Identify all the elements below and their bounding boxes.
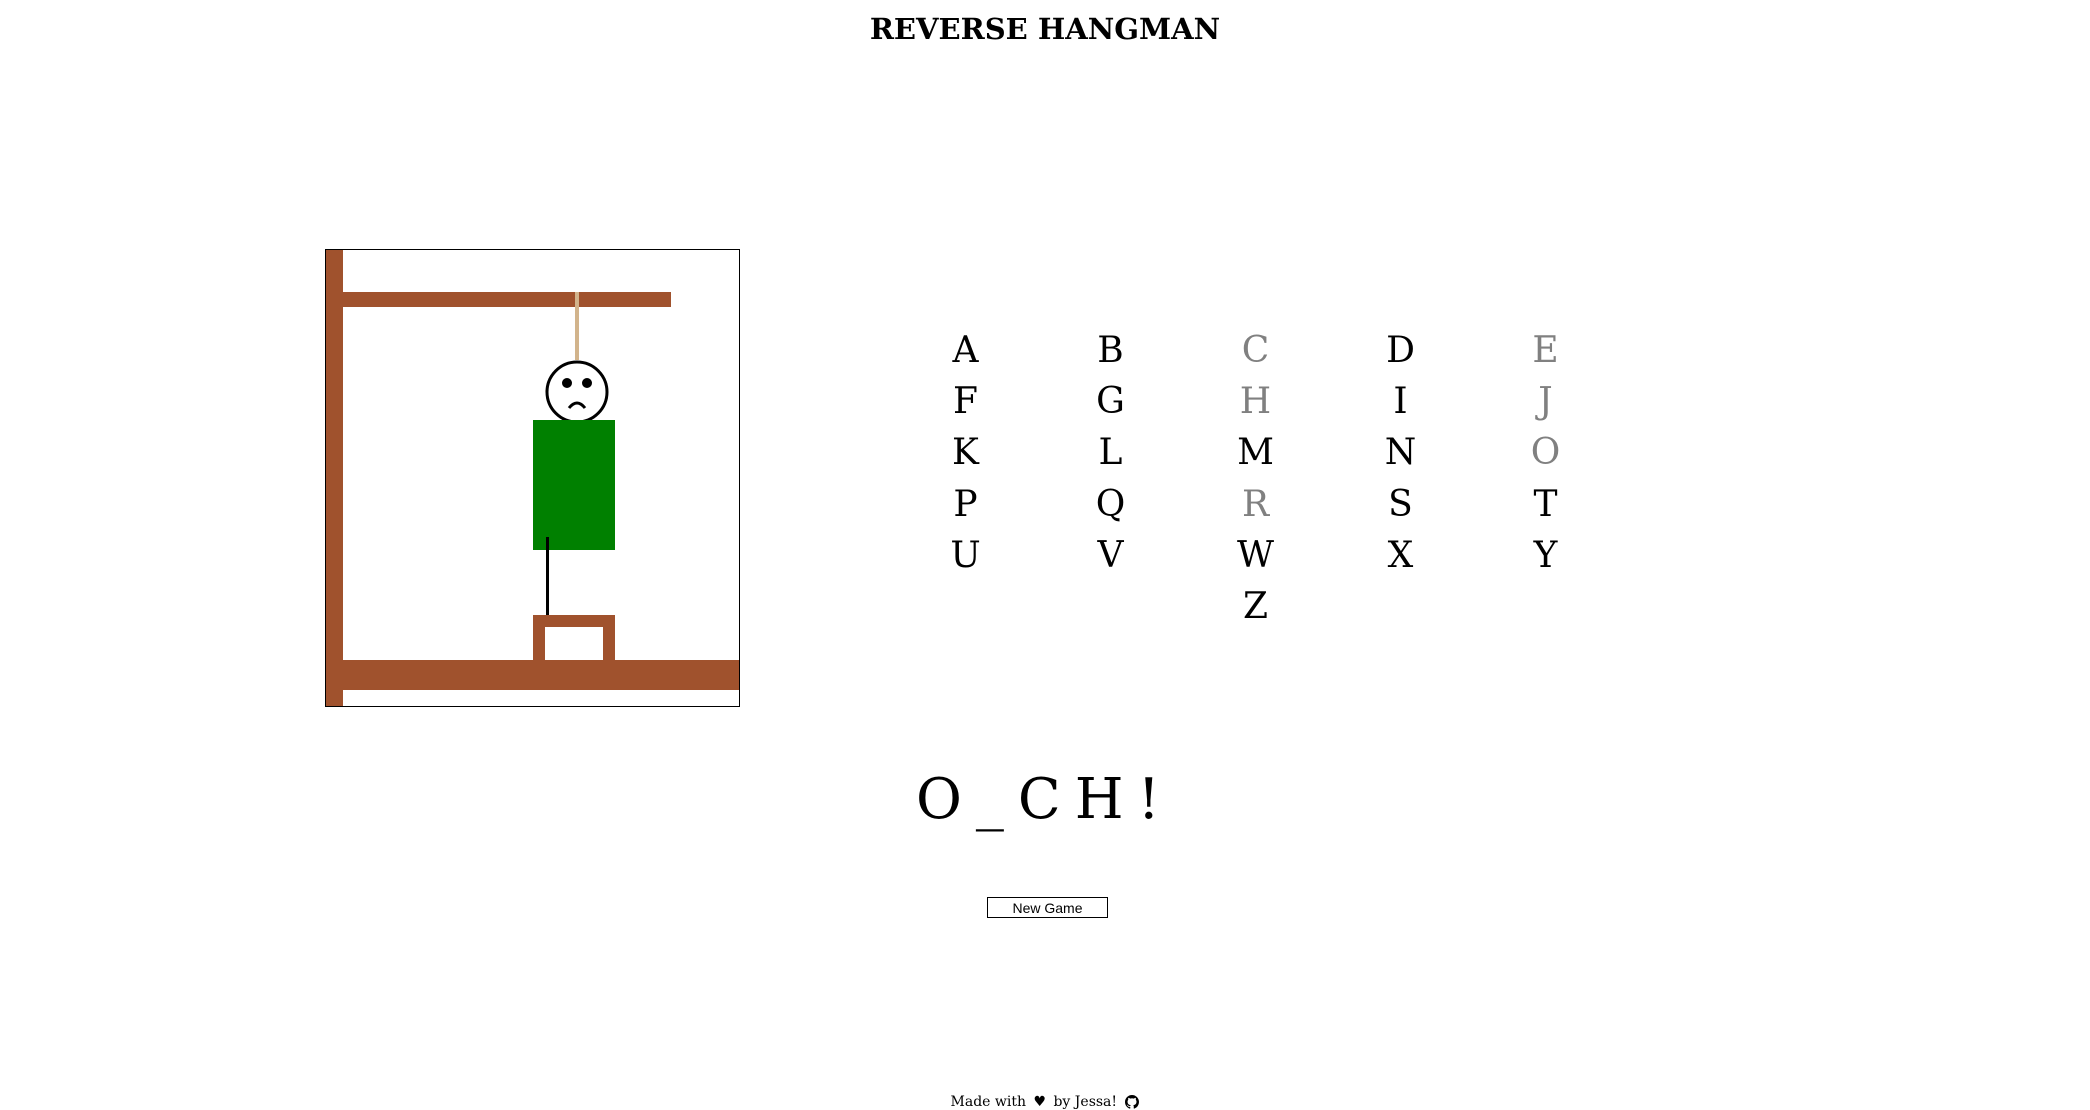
letter-grid: ABCDE FGHIJ KLMNO PQRST UVWXY Z bbox=[893, 325, 1618, 632]
letter-button-o[interactable]: O bbox=[1473, 427, 1618, 478]
word-display: O_CH! bbox=[915, 767, 1175, 832]
gallows-canvas bbox=[325, 249, 740, 707]
letter-button-s[interactable]: S bbox=[1328, 479, 1473, 530]
footer: Made with ♥ by Jessa! bbox=[0, 1094, 2090, 1110]
gallows-beam bbox=[343, 292, 671, 307]
gallows-post bbox=[326, 250, 343, 706]
letter-button-l[interactable]: L bbox=[1038, 427, 1183, 478]
letter-button-p[interactable]: P bbox=[893, 479, 1038, 530]
letter-button-a[interactable]: A bbox=[893, 325, 1038, 376]
footer-author: by Jessa! bbox=[1053, 1094, 1118, 1110]
letter-button-y[interactable]: Y bbox=[1473, 530, 1618, 581]
letter-button-h[interactable]: H bbox=[1183, 376, 1328, 427]
page-title: REVERSE HANGMAN bbox=[869, 12, 1221, 46]
letter-button-r[interactable]: R bbox=[1183, 479, 1328, 530]
letter-button-q[interactable]: Q bbox=[1038, 479, 1183, 530]
sad-face-icon bbox=[545, 360, 609, 424]
github-icon[interactable] bbox=[1125, 1095, 1140, 1109]
letter-button-t[interactable]: T bbox=[1473, 479, 1618, 530]
letter-button-x[interactable]: X bbox=[1328, 530, 1473, 581]
leg bbox=[546, 537, 549, 615]
heart-icon: ♥ bbox=[1033, 1094, 1047, 1110]
rope bbox=[575, 292, 579, 360]
letter-button-g[interactable]: G bbox=[1038, 376, 1183, 427]
letter-button-k[interactable]: K bbox=[893, 427, 1038, 478]
stool bbox=[533, 615, 615, 660]
body-shirt bbox=[533, 420, 615, 550]
letter-button-u[interactable]: U bbox=[893, 530, 1038, 581]
letter-button-d[interactable]: D bbox=[1328, 325, 1473, 376]
letter-button-f[interactable]: F bbox=[893, 376, 1038, 427]
letter-button-z[interactable]: Z bbox=[1183, 581, 1328, 632]
letter-button-i[interactable]: I bbox=[1328, 376, 1473, 427]
letter-button-e[interactable]: E bbox=[1473, 325, 1618, 376]
letter-button-b[interactable]: B bbox=[1038, 325, 1183, 376]
letter-button-w[interactable]: W bbox=[1183, 530, 1328, 581]
letter-button-m[interactable]: M bbox=[1183, 427, 1328, 478]
footer-made-with: Made with bbox=[950, 1094, 1026, 1110]
letter-button-v[interactable]: V bbox=[1038, 530, 1183, 581]
letter-button-c[interactable]: C bbox=[1183, 325, 1328, 376]
letter-button-j[interactable]: J bbox=[1473, 376, 1618, 427]
letter-button-n[interactable]: N bbox=[1328, 427, 1473, 478]
gallows-floor bbox=[343, 660, 739, 690]
new-game-button[interactable]: New Game bbox=[987, 897, 1108, 918]
gallows-drawing bbox=[326, 250, 739, 706]
